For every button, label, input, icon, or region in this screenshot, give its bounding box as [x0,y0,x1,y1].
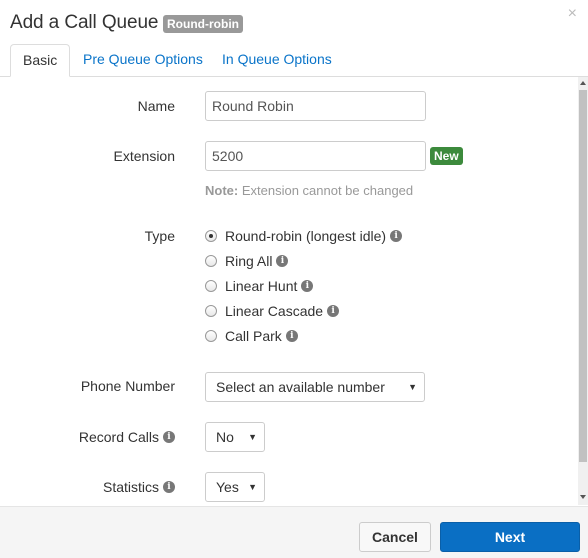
scroll-up-icon[interactable] [580,81,586,85]
extension-input[interactable]: 5200 [205,141,426,171]
name-input[interactable]: Round Robin [205,91,426,121]
radio-button[interactable] [205,230,217,243]
radio-label: Linear Hunt [225,278,298,294]
phone-number-label: Phone Number [80,378,175,394]
info-icon[interactable]: i [327,305,340,318]
phone-number-value: Select an available number [216,379,385,395]
tab-in-queue-options[interactable]: In Queue Options [210,44,344,77]
radio-round-robin[interactable]: Round-robin (longest idle) i [205,228,403,244]
radio-label: Call Park [225,328,282,344]
scroll-thumb[interactable] [579,90,587,462]
radio-label: Ring All [225,253,273,269]
phone-number-select[interactable]: Select an available number ▼ [205,372,425,402]
tab-bar: Basic Pre Queue Options In Queue Options [0,44,588,77]
radio-linear-cascade[interactable]: Linear Cascade i [205,303,340,319]
info-icon[interactable]: i [301,280,314,293]
type-label: Type [144,228,175,244]
statistics-label: Statistics i [103,479,175,495]
cancel-button[interactable]: Cancel [359,522,431,552]
chevron-down-icon: ▼ [248,432,257,442]
info-icon[interactable]: i [163,431,175,444]
note-text: Extension cannot be changed [238,183,414,198]
scroll-down-icon[interactable] [580,495,586,499]
radio-label: Linear Cascade [225,303,324,319]
info-icon[interactable]: i [163,481,175,494]
tab-basic[interactable]: Basic [10,44,71,77]
chevron-down-icon: ▼ [408,382,417,392]
radio-button[interactable] [205,280,217,293]
radio-button[interactable] [205,330,217,343]
dialog-title: Add a Call Queue [10,12,159,33]
statistics-value: Yes [216,479,239,495]
info-icon[interactable]: i [390,230,403,243]
tab-pre-queue-options[interactable]: Pre Queue Options [71,44,215,77]
record-calls-label: Record Calls i [79,429,175,445]
statistics-select[interactable]: Yes ▼ [205,472,265,502]
statistics-text: Statistics [102,479,159,495]
next-button[interactable]: Next [440,522,580,552]
radio-button[interactable] [205,255,217,268]
dialog-header: Add a Call Queue Round-robin × [0,0,588,44]
basic-tab-panel: Name Round Robin Extension 5200 New Note… [0,77,578,505]
record-calls-value: No [216,429,234,445]
close-icon[interactable]: × [568,6,577,22]
radio-button[interactable] [205,305,217,318]
radio-linear-hunt[interactable]: Linear Hunt i [205,278,314,294]
scrollbar[interactable] [578,77,588,505]
name-label: Name [137,98,175,114]
record-calls-select[interactable]: No ▼ [205,422,265,452]
new-badge: New [430,147,463,165]
info-icon[interactable]: i [276,255,289,268]
queue-type-badge: Round-robin [163,15,243,33]
extension-label: Extension [113,148,175,164]
radio-ring-all[interactable]: Ring All i [205,253,289,269]
info-icon[interactable]: i [285,330,298,343]
radio-label: Round-robin (longest idle) [225,228,387,244]
record-calls-text: Record Calls [78,429,159,445]
radio-call-park[interactable]: Call Park i [205,328,298,344]
chevron-down-icon: ▼ [248,482,257,492]
note-prefix: Note: [205,183,239,198]
dialog-footer: Cancel Next [0,506,588,558]
extension-note: Note: Extension cannot be changed [205,183,413,198]
